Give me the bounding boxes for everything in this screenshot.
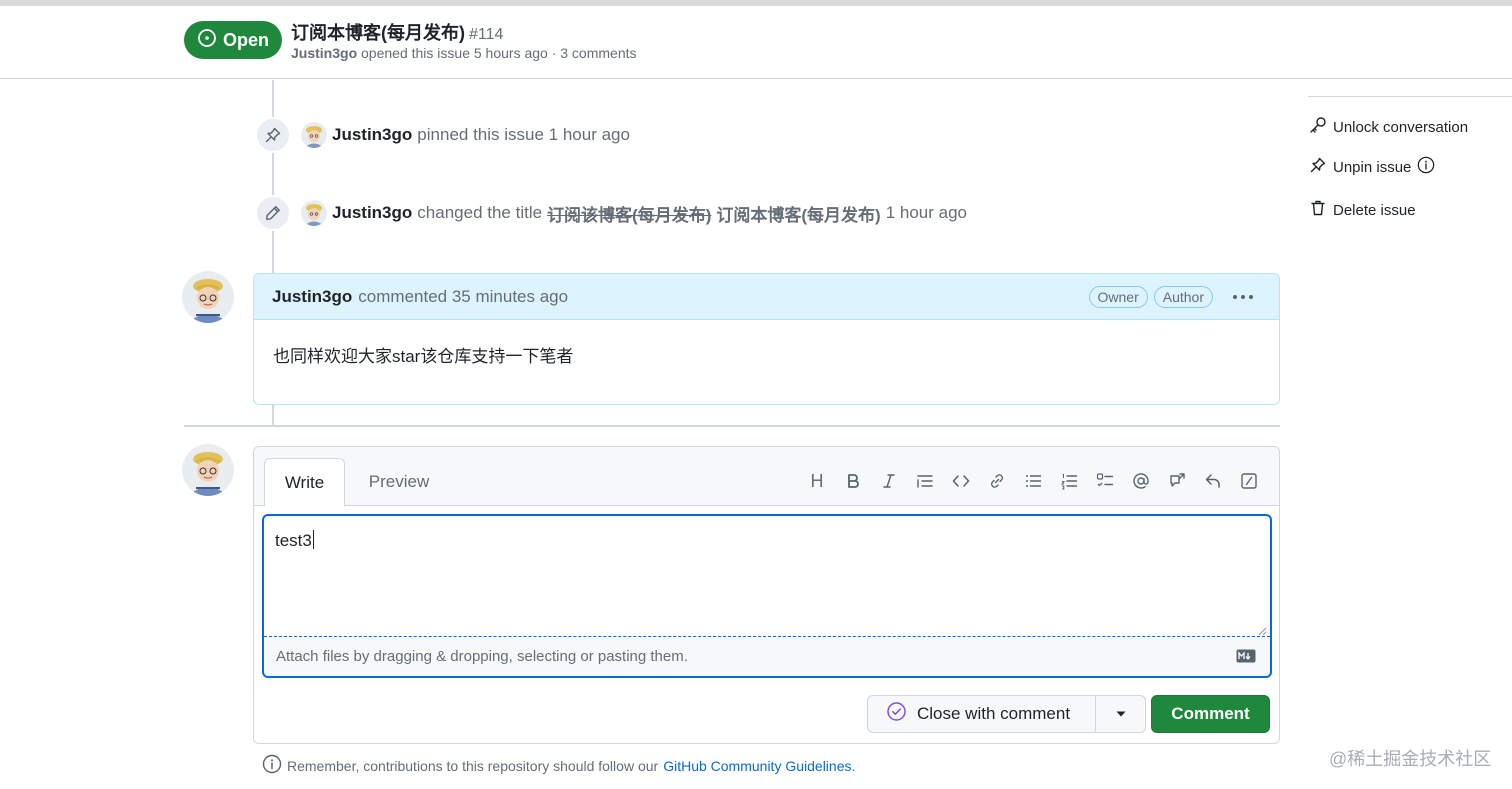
author-badge: Author — [1153, 286, 1213, 308]
slash-commands-icon[interactable] — [1231, 467, 1267, 495]
numbered-list-icon[interactable] — [1051, 467, 1087, 495]
avatar[interactable] — [301, 122, 327, 148]
pencil-icon — [255, 195, 291, 231]
issue-meta-text: opened this issue 5 hours ago · 3 commen… — [361, 45, 637, 61]
markdown-icon[interactable] — [1236, 649, 1256, 663]
issue-closed-icon — [886, 701, 907, 727]
comment-composer: Write Preview H test3 Attach files by dr… — [253, 446, 1280, 744]
old-title: 订阅该博客(每月发布) — [547, 205, 712, 225]
issue-opened-icon — [197, 28, 217, 53]
italic-icon[interactable] — [871, 467, 907, 495]
comment-card: Justin3go commented 35 minutes ago Owner… — [253, 273, 1280, 405]
comment-textarea[interactable]: test3 Attach files by dragging & droppin… — [262, 514, 1272, 678]
markdown-toolbar: H — [799, 467, 1267, 495]
close-with-comment-button[interactable]: Close with comment — [868, 696, 1096, 732]
issue-number: #114 — [469, 26, 504, 43]
new-title: 订阅本博客(每月发布) — [716, 205, 881, 225]
composer-toolbar: Write Preview H — [254, 447, 1279, 507]
tab-write[interactable]: Write — [264, 458, 345, 507]
code-icon[interactable] — [943, 467, 979, 495]
event-user-link[interactable]: Justin3go — [332, 125, 412, 145]
link-icon[interactable] — [979, 467, 1015, 495]
close-options-dropdown[interactable] — [1096, 696, 1145, 732]
comment-body: 也同样欢迎大家star该仓库支持一下笔者 — [273, 347, 574, 366]
trash-icon — [1309, 199, 1327, 221]
reply-icon[interactable] — [1195, 467, 1231, 495]
text-caret — [312, 530, 314, 549]
comment-button[interactable]: Comment — [1151, 695, 1270, 733]
pin-slash-icon — [1309, 156, 1327, 178]
event-action: pinned this issue — [417, 125, 544, 144]
close-with-comment-group: Close with comment — [867, 695, 1146, 733]
guidelines-suffix: . — [851, 757, 856, 774]
event-time[interactable]: 1 hour ago — [886, 203, 967, 223]
comment-author-link[interactable]: Justin3go — [272, 287, 352, 307]
pinned-event: Justin3go pinned this issue 1 hour ago — [255, 117, 630, 153]
info-icon[interactable] — [1417, 156, 1435, 178]
issue-title-text: 订阅本博客(每月发布) — [291, 23, 465, 43]
contribution-guidelines-note: Remember, contributions to this reposito… — [262, 754, 855, 777]
issue-meta: Justin3go opened this issue 5 hours ago … — [291, 45, 637, 61]
timeline-divider — [184, 425, 1280, 427]
key-icon — [1309, 116, 1327, 138]
info-icon — [262, 754, 282, 777]
unpin-issue-button[interactable]: Unpin issue — [1309, 156, 1435, 178]
comment-time[interactable]: commented 35 minutes ago — [358, 287, 568, 307]
heading-letter: H — [810, 470, 824, 491]
attach-hint: Attach files by dragging & dropping, sel… — [276, 648, 688, 665]
comment-badges: Owner Author — [1088, 285, 1259, 309]
tab-preview[interactable]: Preview — [354, 458, 444, 506]
bold-icon[interactable] — [835, 467, 871, 495]
guidelines-text: Remember, contributions to this reposito… — [287, 757, 659, 774]
issue-author-link[interactable]: Justin3go — [291, 45, 357, 61]
comment-avatar[interactable] — [182, 271, 234, 323]
watermark: @稀土掘金技术社区 — [1329, 749, 1492, 769]
unlock-conversation-label: Unlock conversation — [1333, 118, 1469, 136]
delete-issue-label: Delete issue — [1333, 201, 1416, 219]
comment-input-text: test3 — [275, 531, 312, 550]
unlock-conversation-button[interactable]: Unlock conversation — [1309, 116, 1468, 138]
cross-reference-icon[interactable] — [1159, 467, 1195, 495]
sidebar-divider — [1308, 96, 1512, 97]
bulleted-list-icon[interactable] — [1015, 467, 1051, 495]
avatar[interactable] — [301, 200, 327, 226]
issue-header: Open 订阅本博客(每月发布) #114 Justin3go opened th… — [0, 6, 1512, 79]
event-time[interactable]: 1 hour ago — [549, 125, 630, 145]
rename-event: Justin3go changed the title 订阅该博客(每月发布) … — [255, 195, 967, 231]
triangle-down-icon — [1115, 705, 1127, 723]
mention-icon[interactable] — [1123, 467, 1159, 495]
owner-badge: Owner — [1088, 286, 1148, 308]
comment-input-value[interactable]: test3 — [275, 530, 314, 551]
event-action: changed the title — [417, 203, 543, 222]
composer-avatar[interactable] — [182, 444, 234, 496]
community-guidelines-link[interactable]: GitHub Community Guidelines — [663, 758, 851, 774]
attach-files-bar[interactable]: Attach files by dragging & dropping, sel… — [264, 636, 1270, 676]
delete-issue-button[interactable]: Delete issue — [1309, 199, 1416, 221]
quote-icon[interactable] — [907, 467, 943, 495]
issue-title: 订阅本博客(每月发布) #114 — [291, 19, 503, 45]
close-with-comment-label: Close with comment — [917, 704, 1071, 723]
unpin-issue-label: Unpin issue — [1333, 158, 1412, 176]
pin-icon — [255, 117, 291, 153]
resize-grip-icon[interactable] — [1257, 626, 1267, 636]
task-list-icon[interactable] — [1087, 467, 1123, 495]
issue-state-badge: Open — [184, 21, 282, 59]
event-user-link[interactable]: Justin3go — [332, 203, 412, 223]
issue-state-label: Open — [222, 29, 269, 50]
kebab-horizontal-icon[interactable] — [1227, 285, 1259, 309]
heading-icon[interactable]: H — [799, 467, 835, 495]
comment-header: Justin3go commented 35 minutes ago Owner… — [254, 274, 1279, 320]
